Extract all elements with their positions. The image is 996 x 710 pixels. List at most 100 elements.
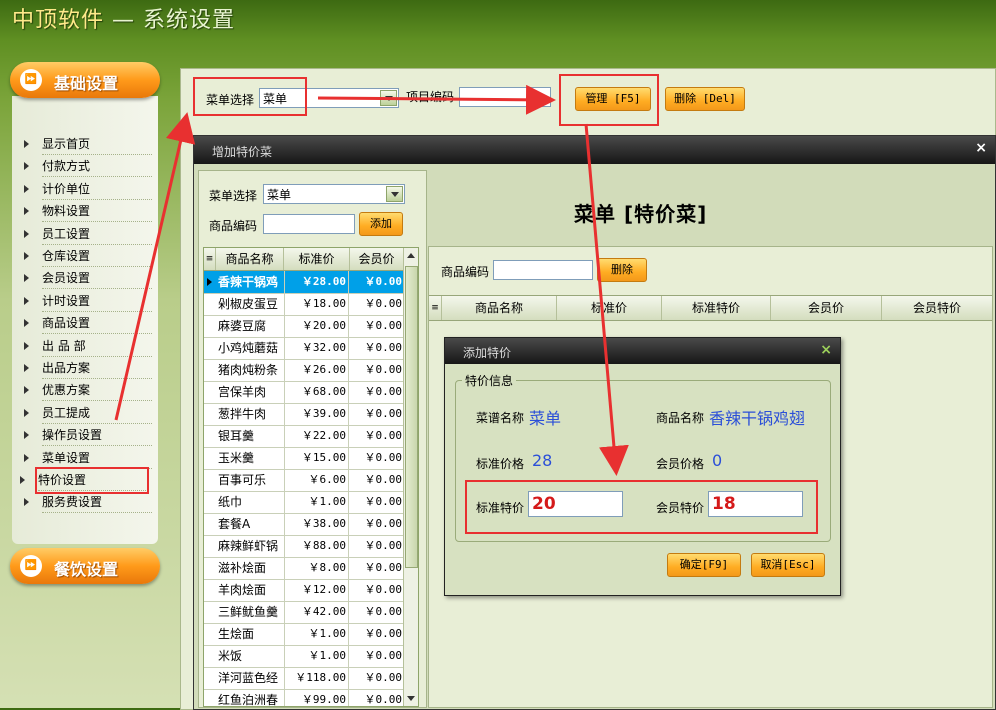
dialog-code-input[interactable] (263, 214, 355, 234)
sidebar-item[interactable]: 出品方案 (24, 358, 152, 379)
col-product-name[interactable]: 商品名称 (216, 248, 284, 270)
right-delete-button[interactable]: 删除 (597, 258, 647, 282)
caret-right-icon (24, 229, 29, 238)
add-button[interactable]: 添加 (359, 212, 403, 236)
cell-standard-price: ￥28.00 (284, 271, 349, 293)
caret-right-icon (24, 364, 29, 372)
product-grid-scrollbar[interactable] (403, 248, 418, 706)
table-row[interactable]: 银耳羹 ￥22.00 ￥0.00 (204, 425, 405, 448)
sidebar-item-label: 会员设置 (42, 271, 91, 286)
menu-name-value: 菜单 (529, 409, 562, 428)
col-member-price[interactable]: 会员价 (350, 248, 404, 270)
sidebar-item[interactable]: 优惠方案 (24, 380, 152, 402)
cell-standard-price: ￥42.00 (284, 601, 349, 623)
table-row[interactable]: 小鸡炖蘑菇 ￥32.00 ￥0.00 (204, 337, 405, 360)
scroll-thumb[interactable] (405, 266, 418, 568)
col-standard-price[interactable]: 标准价 (557, 296, 662, 320)
table-row[interactable]: 洋河蓝色经 ￥118.00 ￥0.00 (204, 667, 405, 690)
sidebar: 显示首页付款方式计价单位物料设置 员工设置 仓库设置会员设置计时设置 商品设置出 品 … (10, 62, 160, 584)
add-special-price-dialog: 添加特价 × 特价信息 菜谱名称 菜单 商品名称 香辣干锅鸡翅 标准价格 28 … (444, 337, 841, 596)
sidebar-item[interactable]: 计时设置 (24, 291, 152, 312)
sidebar-item[interactable]: 物料设置 (24, 201, 152, 223)
table-row[interactable]: 麻辣鲜虾锅 ￥88.00 ￥0.00 (204, 535, 405, 558)
table-row[interactable]: 羊肉烩面 ￥12.00 ￥0.00 (204, 579, 405, 602)
table-row[interactable]: 生烩面 ￥1.00 ￥0.00 (204, 623, 405, 646)
chevron-down-icon[interactable] (386, 186, 403, 202)
cell-standard-price: ￥15.00 (284, 447, 349, 469)
table-row[interactable]: 香辣干锅鸡 ￥28.00 ￥0.00 (204, 271, 405, 294)
sidebar-item[interactable]: 付款方式 (24, 156, 152, 178)
sidebar-item[interactable]: 商品设置 (24, 313, 152, 335)
table-row[interactable]: 红鱼泊洲春 ￥99.00 ￥0.00 (204, 689, 405, 706)
cell-member-price: ￥0.00 (350, 645, 405, 667)
table-row[interactable]: 套餐A ￥38.00 ￥0.00 (204, 513, 405, 536)
section-catering-settings[interactable]: ⏩ 餐饮设置 (10, 548, 160, 584)
dialog-menu-value: 菜单 (267, 188, 292, 202)
cell-product-name: 羊肉烩面 (216, 579, 285, 601)
sidebar-item[interactable]: 服务费设置 (24, 492, 152, 514)
table-row[interactable]: 剁椒皮蛋豆 ￥18.00 ￥0.00 (204, 293, 405, 316)
sidebar-item[interactable]: 特价设置 (20, 467, 149, 494)
product-name-value: 香辣干锅鸡翅 (709, 409, 806, 428)
table-row[interactable]: 宫保羊肉 ￥68.00 ￥0.00 (204, 381, 405, 404)
table-row[interactable]: 葱拌牛肉 ￥39.00 ￥0.00 (204, 403, 405, 426)
table-row[interactable]: 米饭 ￥1.00 ￥0.00 (204, 645, 405, 668)
table-row[interactable]: 三鲜鱿鱼羹 ￥42.00 ￥0.00 (204, 601, 405, 624)
fast-forward-icon: ⏩ (20, 555, 42, 577)
cell-product-name: 纸巾 (216, 491, 285, 513)
caret-right-icon (24, 274, 29, 283)
delete-button[interactable]: 删除 [Del] (665, 87, 745, 111)
cell-member-price: ￥0.00 (350, 689, 405, 706)
sidebar-item[interactable]: 员工设置 (24, 224, 152, 245)
cell-standard-price: ￥8.00 (284, 557, 349, 579)
cell-member-price: ￥0.00 (350, 469, 405, 491)
chevron-down-icon[interactable] (380, 90, 397, 106)
sidebar-item-label: 菜单设置 (42, 450, 91, 465)
special-grid-header: ≡ 商品名称 标准价 标准特价 会员价 会员特价 (429, 295, 992, 321)
ok-button[interactable]: 确定[F9] (667, 553, 741, 577)
sidebar-item[interactable]: 会员设置 (24, 268, 152, 290)
table-row[interactable]: 滋补烩面 ￥8.00 ￥0.00 (204, 557, 405, 580)
col-standard-special[interactable]: 标准特价 (662, 296, 771, 320)
cancel-button[interactable]: 取消[Esc] (751, 553, 825, 577)
cell-standard-price: ￥118.00 (284, 667, 349, 689)
sidebar-item[interactable]: 员工提成 (24, 403, 152, 424)
col-product-name[interactable]: 商品名称 (442, 296, 557, 320)
close-icon[interactable]: × (820, 342, 832, 358)
highlight-special-inputs (465, 480, 818, 534)
sidebar-item[interactable]: 出 品 部 (24, 336, 152, 357)
sidebar-item[interactable]: 菜单设置 (24, 448, 152, 469)
col-member-price[interactable]: 会员价 (771, 296, 882, 320)
table-row[interactable]: 纸巾 ￥1.00 ￥0.00 (204, 491, 405, 514)
sidebar-item[interactable]: 操作员设置 (24, 425, 152, 447)
sidebar-item-label: 付款方式 (42, 159, 91, 174)
sidebar-item[interactable]: 计价单位 (24, 179, 152, 200)
table-row[interactable]: 猪肉炖粉条 ￥26.00 ￥0.00 (204, 359, 405, 382)
grid-corner-icon: ≡ (204, 248, 216, 270)
section-label: 基础设置 (54, 74, 119, 93)
scroll-up-icon[interactable] (407, 253, 415, 258)
scroll-down-icon[interactable] (407, 696, 415, 701)
sidebar-item[interactable]: 仓库设置 (24, 246, 152, 267)
right-code-input[interactable] (493, 260, 593, 280)
close-icon[interactable]: × (975, 140, 987, 156)
item-code-label: 项目编码 (406, 90, 455, 104)
col-member-special[interactable]: 会员特价 (882, 296, 992, 320)
standard-price-value: 28 (532, 451, 553, 470)
sidebar-item[interactable]: 显示首页 (24, 134, 152, 155)
table-row[interactable]: 玉米羹 ￥15.00 ￥0.00 (204, 447, 405, 470)
table-row[interactable]: 麻婆豆腐 ￥20.00 ￥0.00 (204, 315, 405, 338)
highlight-manage-button (559, 74, 659, 126)
caret-right-icon (24, 207, 29, 216)
col-standard-price[interactable]: 标准价 (284, 248, 350, 270)
table-row[interactable]: 百事可乐 ￥6.00 ￥0.00 (204, 469, 405, 492)
cell-product-name: 葱拌牛肉 (216, 403, 285, 425)
sidebar-item-label: 计价单位 (42, 181, 91, 196)
cell-product-name: 百事可乐 (216, 469, 285, 491)
cell-standard-price: ￥22.00 (284, 425, 349, 447)
dialog-menu-select[interactable]: 菜单 (263, 184, 405, 204)
item-code-input[interactable] (459, 87, 551, 107)
dialog-titlebar: 增加特价菜 × (194, 136, 995, 164)
section-basic-settings[interactable]: ⏩ 基础设置 (10, 62, 160, 98)
special-info-legend: 特价信息 (462, 372, 517, 389)
